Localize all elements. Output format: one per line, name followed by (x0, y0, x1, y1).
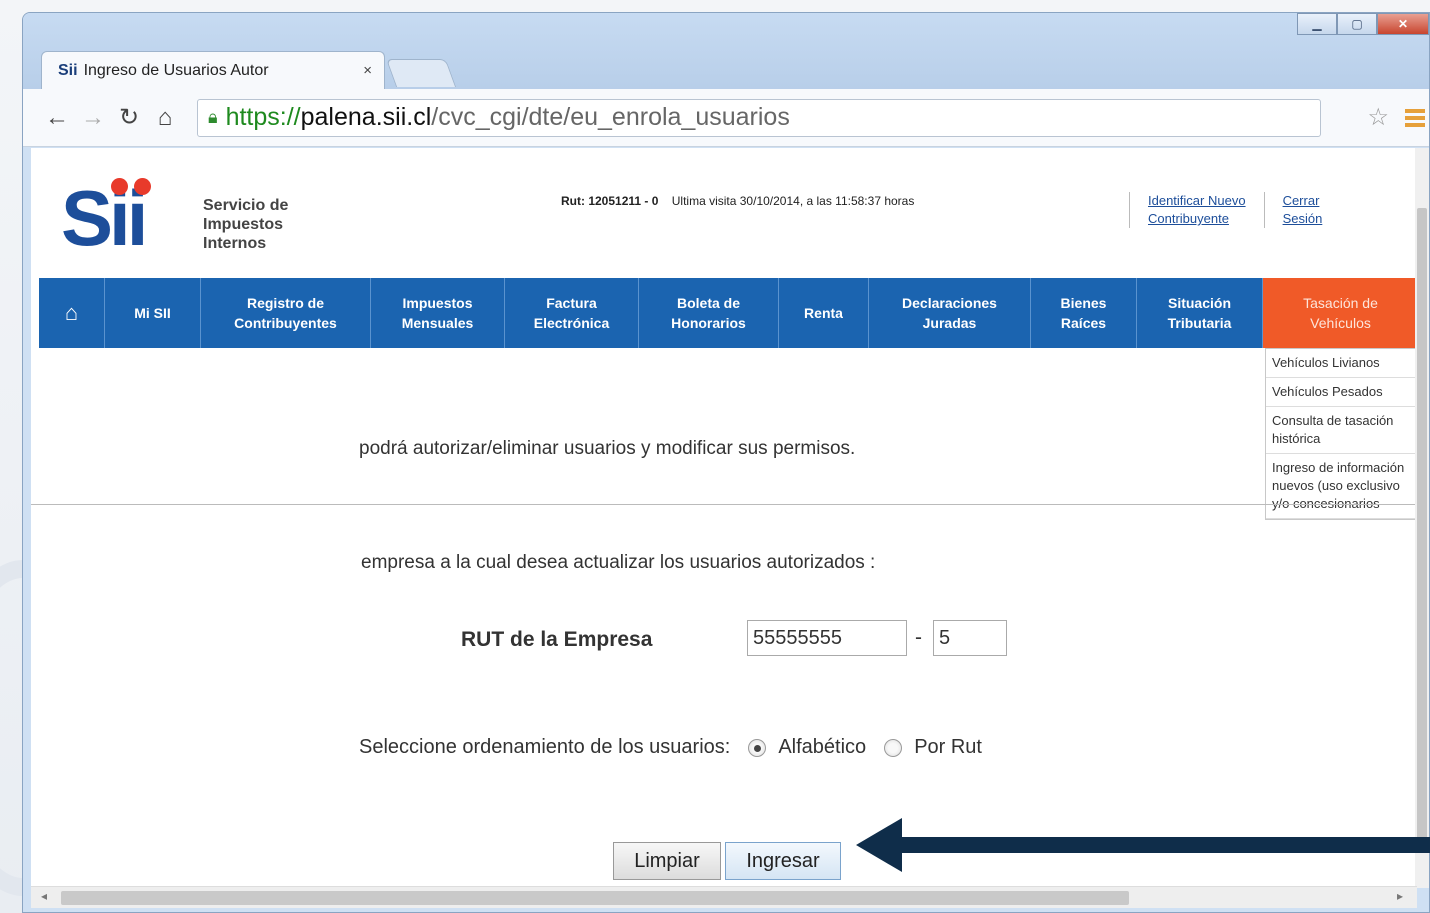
forward-icon[interactable]: → (75, 104, 111, 132)
nav-factura[interactable]: Factura Electrónica (505, 278, 639, 348)
lock-icon: 🔒︎ (208, 107, 218, 127)
order-row: Seleccione ordenamiento de los usuarios:… (359, 736, 982, 759)
back-icon[interactable]: ← (39, 104, 75, 132)
rut-empresa-input[interactable] (747, 620, 907, 656)
address-bar[interactable]: 🔒︎ https:// palena.sii.cl /cvc_cgi/dte/e… (197, 98, 1321, 137)
radio-alfabetico[interactable] (748, 738, 767, 757)
radio-por-rut-label: Por Rut (914, 736, 982, 758)
permissions-text: podrá autorizar/eliminar usuarios y modi… (359, 438, 856, 459)
nav-renta[interactable]: Renta (779, 278, 869, 348)
sii-logo[interactable]: Sii Servicio de Impuestos Internos (61, 178, 291, 258)
nav-tasacion[interactable]: Tasación de Vehículos (1263, 278, 1417, 348)
nav-boleta[interactable]: Boleta de Honorarios (639, 278, 779, 348)
minimize-button[interactable]: ▁ (1297, 13, 1337, 35)
close-window-button[interactable]: ✕ (1377, 13, 1429, 35)
tasacion-dropdown: Vehículos Livianos Vehículos Pesados Con… (1265, 348, 1417, 520)
main-nav: ⌂ Mi SII Registro de Contribuyentes Impue… (39, 278, 1417, 348)
nav-bienes[interactable]: Bienes Raíces (1031, 278, 1137, 348)
pointer-arrow-icon (856, 818, 1430, 872)
tab-close-icon[interactable]: × (363, 62, 372, 79)
logo-text: Servicio de Impuestos Internos (203, 197, 289, 252)
nav-registro[interactable]: Registro de Contribuyentes (201, 278, 371, 348)
home-icon[interactable]: ⌂ (147, 104, 183, 132)
url-path: /cvc_cgi/dte/eu_enrola_usuarios (431, 103, 790, 131)
url-host: palena.sii.cl (300, 103, 432, 131)
logo-dots (111, 178, 151, 195)
submit-button[interactable]: Ingresar (725, 842, 841, 880)
nav-mi-sii[interactable]: Mi SII (105, 278, 201, 348)
scroll-right-icon[interactable]: ▸ (1397, 889, 1403, 903)
window-controls: ▁ ▢ ✕ (1297, 13, 1429, 35)
reload-icon[interactable]: ↻ (111, 103, 147, 132)
logout-link[interactable]: Cerrar Sesión (1263, 192, 1341, 228)
identify-contributor-link[interactable]: Identificar Nuevo Contribuyente (1129, 192, 1264, 228)
divider (31, 504, 1417, 505)
dropdown-item-pesados[interactable]: Vehículos Pesados (1266, 378, 1417, 407)
nav-impuestos[interactable]: Impuestos Mensuales (371, 278, 505, 348)
new-tab-button[interactable] (385, 59, 457, 87)
radio-por-rut[interactable] (884, 738, 903, 757)
nav-home-icon[interactable]: ⌂ (39, 278, 105, 348)
nav-situacion[interactable]: Situación Tributaria (1137, 278, 1263, 348)
clear-button[interactable]: Limpiar (613, 842, 721, 880)
last-visit: Ultima visita 30/10/2014, a las 11:58:37… (671, 194, 915, 208)
company-instructions: empresa a la cual desea actualizar los u… (361, 552, 876, 573)
title-bar: ▁ ▢ ✕ Sii Ingreso de Usuarios Autor × (23, 13, 1429, 97)
url-scheme: https:// (225, 103, 301, 131)
favicon: Sii (58, 61, 78, 79)
browser-toolbar: ← → ↻ ⌂ 🔒︎ https:// palena.sii.cl /cvc_c… (23, 89, 1429, 147)
rut-empresa-label: RUT de la Empresa (461, 628, 653, 651)
user-rut-info: Rut: 12051211 - 0 Ultima visita 30/10/20… (561, 194, 914, 208)
vertical-scrollbar[interactable] (1415, 148, 1429, 888)
nav-declaraciones[interactable]: Declaraciones Juradas (869, 278, 1031, 348)
dropdown-item-livianos[interactable]: Vehículos Livianos (1266, 349, 1417, 378)
order-label: Seleccione ordenamiento de los usuarios: (359, 736, 731, 758)
user-rut: Rut: 12051211 - 0 (561, 194, 659, 208)
browser-tab[interactable]: Sii Ingreso de Usuarios Autor × (41, 51, 385, 89)
star-icon[interactable]: ☆ (1367, 103, 1389, 132)
page-content: Sii Servicio de Impuestos Internos Rut: … (31, 148, 1417, 888)
menu-icon[interactable] (1405, 108, 1425, 127)
browser-window: ▁ ▢ ✕ Sii Ingreso de Usuarios Autor × ← … (22, 12, 1430, 913)
radio-alfabetico-label: Alfabético (778, 736, 867, 758)
dropdown-item-historica[interactable]: Consulta de tasación histórica (1266, 407, 1417, 454)
rut-dv-input[interactable] (933, 620, 1007, 656)
scroll-left-icon[interactable]: ◂ (41, 889, 47, 903)
header-links: Identificar Nuevo Contribuyente Cerrar S… (1129, 192, 1340, 228)
rut-dash: - (915, 626, 922, 649)
maximize-button[interactable]: ▢ (1337, 13, 1377, 35)
dropdown-item-ingreso[interactable]: Ingreso de información nuevos (uso exclus… (1266, 454, 1417, 519)
tab-title: Ingreso de Usuarios Autor (83, 61, 269, 79)
horizontal-scrollbar[interactable]: ◂ ▸ (31, 886, 1417, 908)
